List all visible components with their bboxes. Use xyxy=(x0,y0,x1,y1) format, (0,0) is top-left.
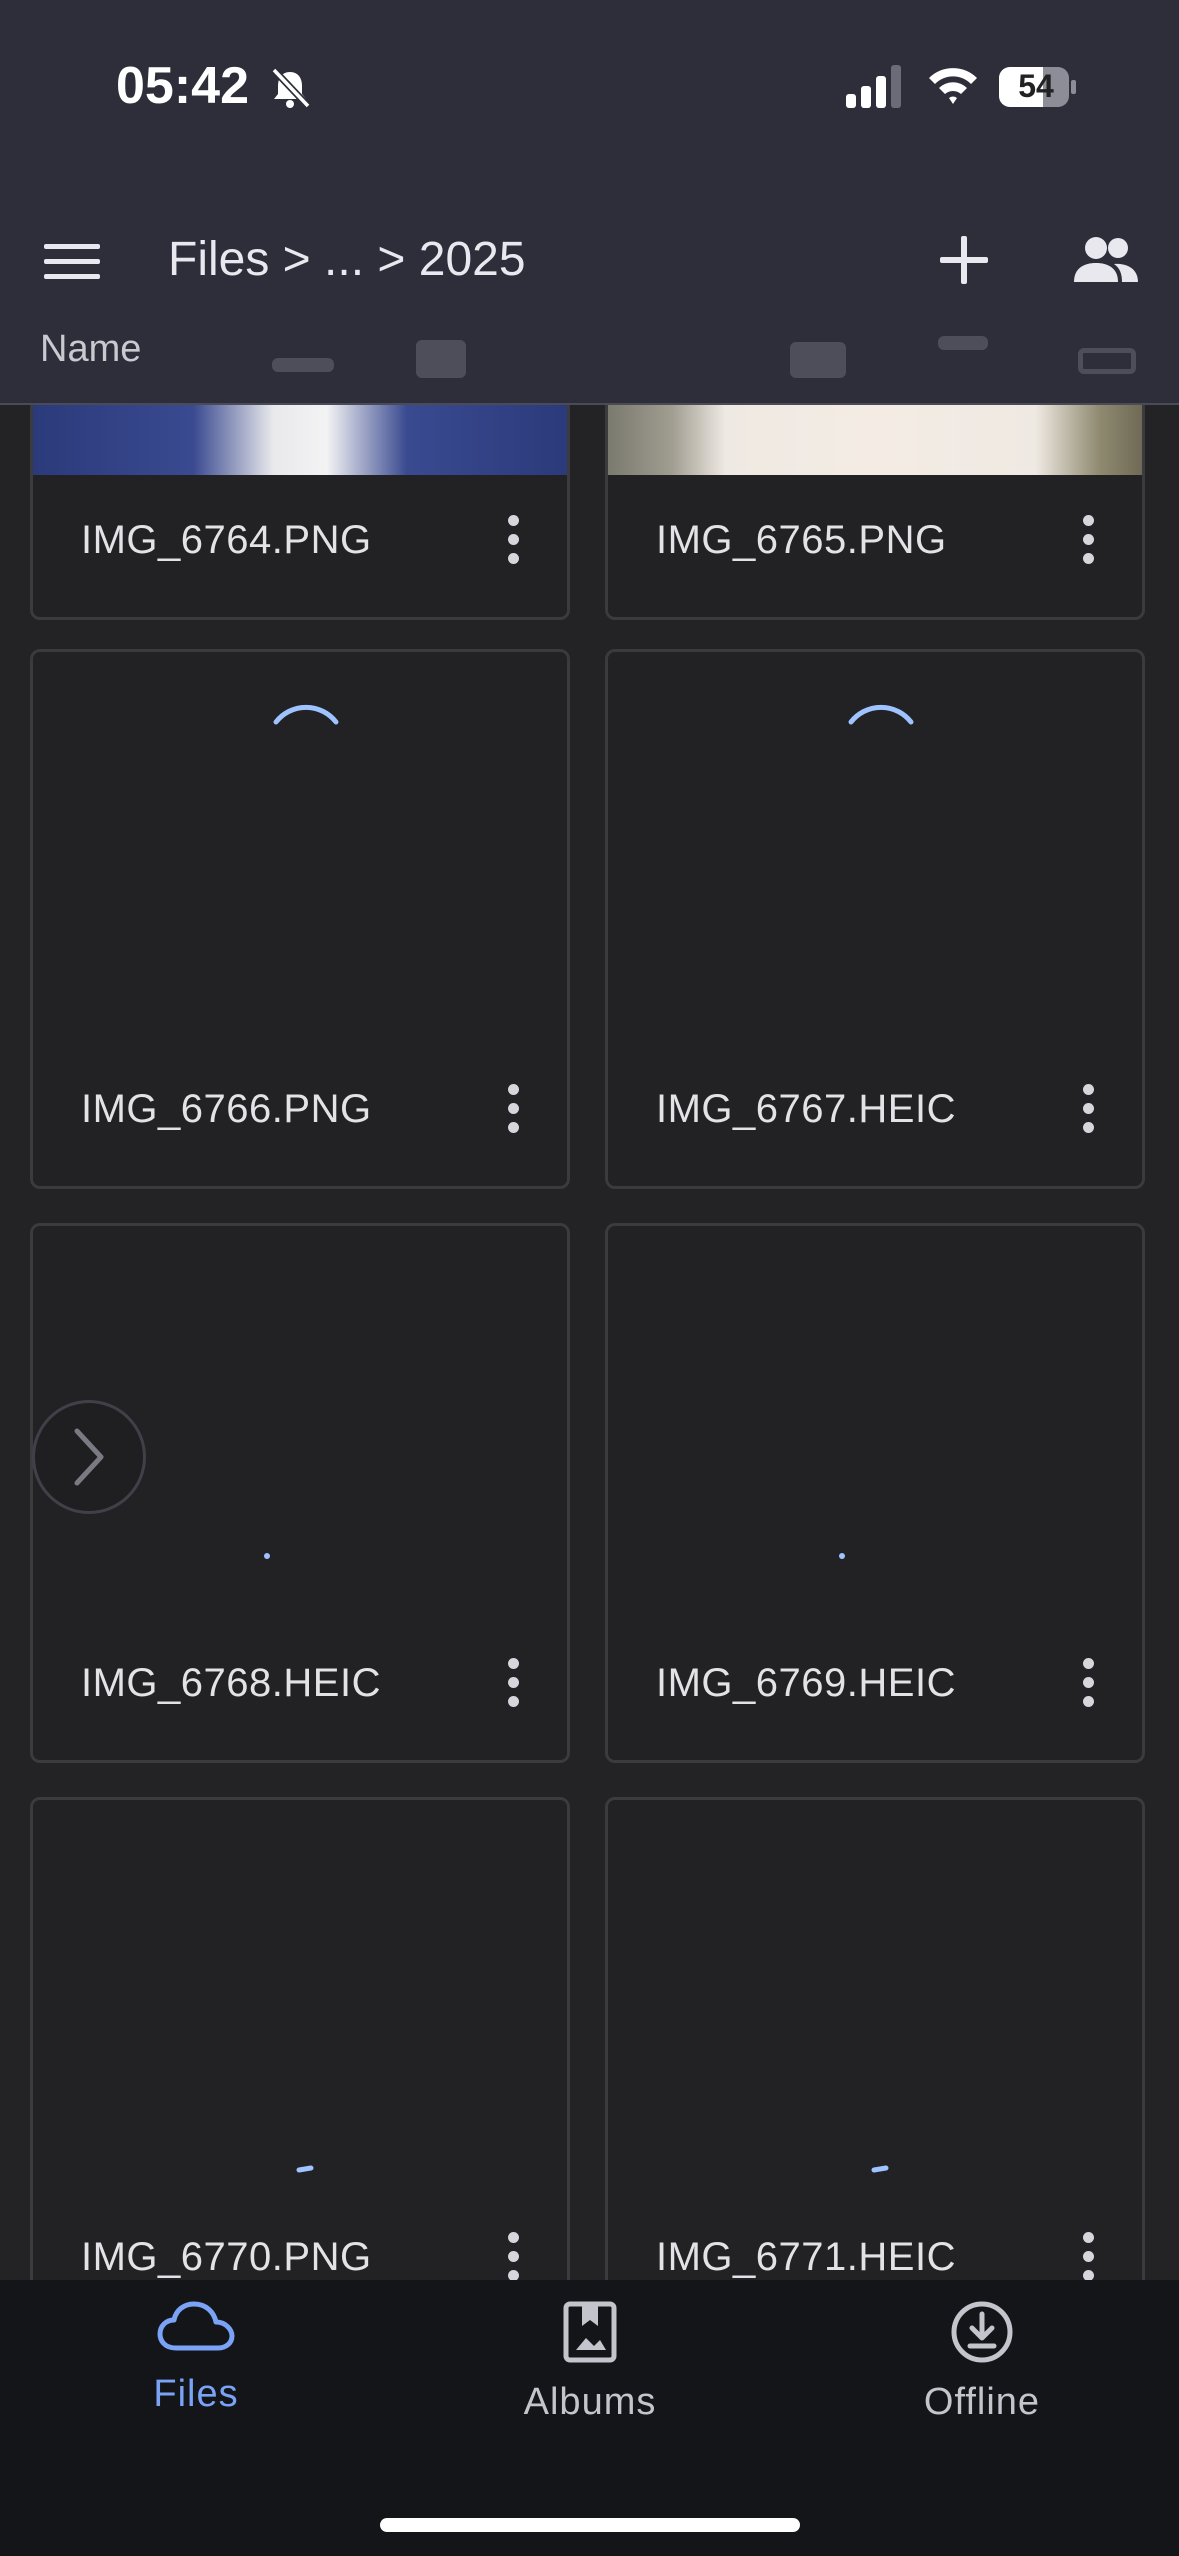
loading-spinner-icon xyxy=(839,1553,845,1559)
battery-level: 54 xyxy=(1018,68,1054,104)
add-icon[interactable] xyxy=(936,232,992,288)
file-name: IMG_6770.PNG xyxy=(81,2235,372,2279)
file-card[interactable]: IMG_6770.PNG xyxy=(30,1797,570,2280)
wifi-icon xyxy=(929,68,977,104)
download-icon xyxy=(951,2301,1013,2363)
loading-spinner-icon xyxy=(264,1553,270,1559)
file-name: IMG_6768.HEIC xyxy=(81,1661,381,1705)
people-icon[interactable] xyxy=(1070,232,1140,288)
nav-albums-label: Albums xyxy=(523,2381,657,2423)
file-name: IMG_6767.HEIC xyxy=(656,1087,956,1131)
signal-icon xyxy=(846,65,901,108)
file-card[interactable]: IMG_6767.HEIC xyxy=(605,649,1145,1189)
file-card[interactable]: IMG_6769.HEIC xyxy=(605,1223,1145,1763)
more-vert-icon[interactable] xyxy=(505,1084,521,1140)
next-page-button[interactable] xyxy=(32,1400,146,1514)
sort-toolbar-button[interactable] xyxy=(416,340,466,378)
nav-files[interactable]: Files xyxy=(46,2300,346,2416)
chevron-right-icon xyxy=(74,1428,104,1486)
nav-offline[interactable]: Offline xyxy=(832,2300,1132,2424)
sort-toolbar-button[interactable] xyxy=(272,358,334,372)
cloud-icon xyxy=(157,2301,235,2351)
sort-toolbar-button[interactable] xyxy=(1078,348,1136,374)
bottom-nav: Files Albums Offline xyxy=(0,2280,1179,2556)
nav-offline-label: Offline xyxy=(923,2381,1041,2423)
more-vert-icon[interactable] xyxy=(505,2232,521,2280)
loading-spinner-icon xyxy=(871,2165,889,2173)
sort-by-name[interactable]: Name xyxy=(40,330,141,371)
app-header: 05:42 54 Files > ... > 2025 Name xyxy=(0,0,1179,405)
more-vert-icon[interactable] xyxy=(1080,1084,1096,1140)
loading-spinner-icon xyxy=(848,704,914,725)
status-time: 05:42 xyxy=(116,57,249,115)
more-vert-icon[interactable] xyxy=(1080,515,1096,571)
nav-albums[interactable]: Albums xyxy=(440,2300,740,2424)
sort-toolbar-button[interactable] xyxy=(790,342,846,378)
image-thumbnail xyxy=(33,393,567,475)
sort-toolbar: Name xyxy=(0,330,1179,400)
album-icon xyxy=(563,2301,617,2363)
nav-files-label: Files xyxy=(153,2373,239,2415)
file-name: IMG_6769.HEIC xyxy=(656,1661,956,1705)
file-name: IMG_6766.PNG xyxy=(81,1087,372,1131)
loading-spinner-icon xyxy=(296,2165,314,2173)
file-card[interactable]: IMG_6766.PNG xyxy=(30,649,570,1189)
more-vert-icon[interactable] xyxy=(505,515,521,571)
image-thumbnail xyxy=(608,393,1142,475)
more-vert-icon[interactable] xyxy=(1080,2232,1096,2280)
file-name: IMG_6771.HEIC xyxy=(656,2235,956,2279)
file-card[interactable]: IMG_6771.HEIC xyxy=(605,1797,1145,2280)
file-name: IMG_6764.PNG xyxy=(81,518,372,562)
home-indicator[interactable] xyxy=(380,2518,800,2532)
more-vert-icon[interactable] xyxy=(505,1658,521,1714)
menu-icon[interactable] xyxy=(44,240,100,284)
breadcrumb[interactable]: Files > ... > 2025 xyxy=(168,232,526,287)
bell-off-icon xyxy=(271,67,311,109)
file-name: IMG_6765.PNG xyxy=(656,518,947,562)
loading-spinner-icon xyxy=(273,704,339,725)
more-vert-icon[interactable] xyxy=(1080,1658,1096,1714)
sort-toolbar-button[interactable] xyxy=(938,336,988,350)
